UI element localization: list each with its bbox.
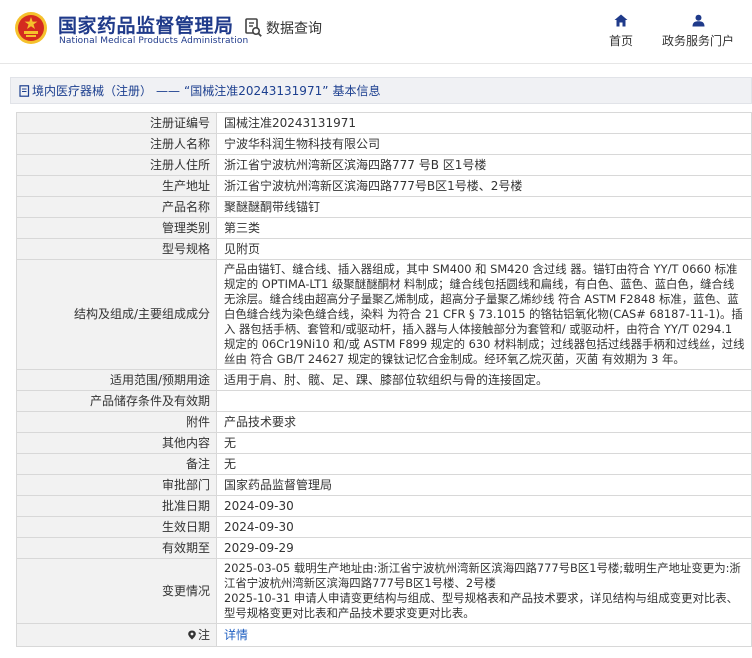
table-row: 批准日期 2024-09-30: [16, 495, 752, 517]
row-label: 备注: [16, 453, 217, 475]
row-label: 批准日期: [16, 495, 217, 517]
table-row: 变更情况 2025-03-05 载明生产地址由:浙江省宁波杭州湾新区滨海四路777…: [16, 558, 752, 624]
row-label: 注册证编号: [16, 112, 217, 134]
row-value: 浙江省宁波杭州湾新区滨海四路777号B区1号楼、2号楼: [216, 175, 752, 197]
row-label: 管理类别: [16, 217, 217, 239]
table-row: 附件 产品技术要求: [16, 411, 752, 433]
data-query-label: 数据查询: [266, 21, 322, 37]
row-value: 宁波华科润生物科技有限公司: [216, 133, 752, 155]
national-emblem-icon: [15, 12, 47, 44]
row-value: 产品由锚钉、缝合线、插入器组成，其中 SM400 和 SM420 含过线 器。锚…: [216, 259, 752, 370]
breadcrumb-suffix: 基本信息: [332, 84, 381, 98]
breadcrumb-record: “国械注准20243131971”: [184, 84, 329, 98]
row-label: 审批部门: [16, 474, 217, 496]
table-row: 注册人住所 浙江省宁波杭州湾新区滨海四路777 号B 区1号楼: [16, 154, 752, 176]
table-row: 结构及组成/主要组成成分 产品由锚钉、缝合线、插入器组成，其中 SM400 和 S…: [16, 259, 752, 370]
row-value: 无: [216, 453, 752, 475]
search-document-icon: [245, 18, 262, 37]
row-label: 产品储存条件及有效期: [16, 390, 217, 412]
table-row: 其他内容无: [16, 432, 752, 454]
site-title-cn[interactable]: 国家药品监督管理局: [58, 11, 234, 38]
row-value: 无: [216, 432, 752, 454]
registration-info-table: 注册证编号 国械注准20243131971 注册人名称 宁波华科润生物科技有限公司 …: [16, 112, 752, 647]
header-divider: [0, 63, 752, 64]
row-value: 2025-03-05 载明生产地址由:浙江省宁波杭州湾新区滨海四路777号B区1…: [216, 558, 752, 624]
row-label: 型号规格: [16, 238, 217, 260]
row-label: 附件: [16, 411, 217, 433]
table-row: 生产地址 浙江省宁波杭州湾新区滨海四路777号B区1号楼、2号楼: [16, 175, 752, 197]
row-label: 适用范围/预期用途: [16, 369, 217, 391]
row-value: 2024-09-30: [216, 516, 752, 538]
table-row: 备注无: [16, 453, 752, 475]
note-label-cell: 注: [16, 623, 217, 647]
row-label: 其他内容: [16, 432, 217, 454]
user-icon: [692, 14, 704, 27]
row-value: 见附页: [216, 238, 752, 260]
map-pin-icon: [188, 630, 196, 639]
table-row: 产品储存条件及有效期: [16, 390, 752, 412]
row-value: 适用于肩、肘、髋、足、踝、膝部位软组织与骨的连接固定。: [216, 369, 752, 391]
table-row: 注册人名称 宁波华科润生物科技有限公司: [16, 133, 752, 155]
document-icon: [19, 84, 30, 97]
table-row: 审批部门 国家药品监督管理局: [16, 474, 752, 496]
row-label: 产品名称: [16, 196, 217, 218]
row-value: 浙江省宁波杭州湾新区滨海四路777 号B 区1号楼: [216, 154, 752, 176]
home-icon: [614, 14, 628, 27]
breadcrumb: 境内医疗器械（注册） —— “国械注准20243131971” 基本信息: [10, 77, 752, 104]
row-label: 结构及组成/主要组成成分: [16, 259, 217, 370]
table-row: 适用范围/预期用途 适用于肩、肘、髋、足、踝、膝部位软组织与骨的连接固定。: [16, 369, 752, 391]
row-label: 生产地址: [16, 175, 217, 197]
row-value: 第三类: [216, 217, 752, 239]
note-label: 注: [197, 627, 210, 642]
breadcrumb-category[interactable]: 境内医疗器械（注册）: [32, 82, 152, 99]
nav-portal-label: 政务服务门户: [661, 34, 734, 48]
row-value: [216, 390, 752, 412]
table-row: 产品名称 聚醚醚酮带线锚钉: [16, 196, 752, 218]
nav-government-portal[interactable]: 政务服务门户: [658, 14, 738, 49]
breadcrumb-separator: ——: [156, 83, 181, 98]
table-row: 管理类别 第三类: [16, 217, 752, 239]
nav-home-label: 首页: [608, 34, 633, 48]
row-value: 国械注准20243131971: [216, 112, 752, 134]
table-row: 注 详情: [16, 623, 752, 647]
table-row: 有效期至 2029-09-29: [16, 537, 752, 559]
nav-home[interactable]: 首页: [602, 14, 640, 49]
site-title-en[interactable]: National Medical Products Administration: [59, 36, 248, 46]
table-row: 生效日期 2024-09-30: [16, 516, 752, 538]
data-query-link[interactable]: 数据查询: [244, 18, 322, 38]
row-label: 生效日期: [16, 516, 217, 538]
table-row: 型号规格 见附页: [16, 238, 752, 260]
row-label: 变更情况: [16, 558, 217, 624]
row-value: 国家药品监督管理局: [216, 474, 752, 496]
row-value: 产品技术要求: [216, 411, 752, 433]
table-row: 注册证编号 国械注准20243131971: [16, 112, 752, 134]
row-label: 注册人住所: [16, 154, 217, 176]
site-header: 国家药品监督管理局 National Medical Products Admi…: [0, 0, 752, 62]
row-value: 聚醚醚酮带线锚钉: [216, 196, 752, 218]
row-label: 有效期至: [16, 537, 217, 559]
row-value: 2024-09-30: [216, 495, 752, 517]
row-label: 注册人名称: [16, 133, 217, 155]
details-link[interactable]: 详情: [216, 623, 752, 647]
row-value: 2029-09-29: [216, 537, 752, 559]
